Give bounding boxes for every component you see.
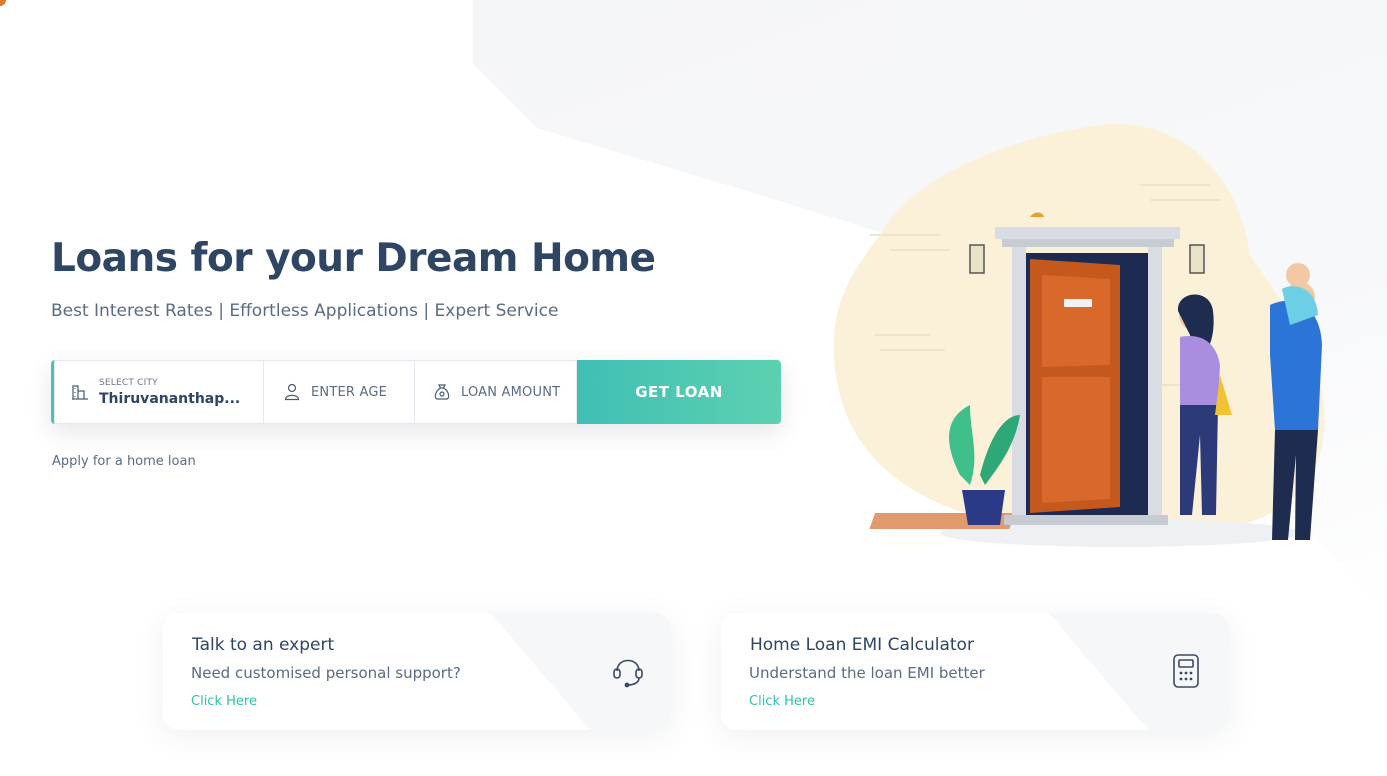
emi-calculator-card[interactable]: Home Loan EMI Calculator Understand the … [721,613,1229,730]
home-door-illustration [833,123,1325,547]
loan-amount-placeholder: LOAN AMOUNT [461,384,561,400]
person-icon [283,383,301,401]
calculator-icon [1173,654,1199,688]
apply-home-loan-link[interactable]: Apply for a home loan [52,454,196,469]
headset-icon [613,659,643,688]
page-subtitle: Best Interest Rates | Effortless Applica… [51,301,559,321]
city-value: Thiruvananthap... [99,390,241,407]
page-title: Loans for your Dream Home [51,236,656,281]
card-title: Talk to an expert [192,635,335,655]
corner-mark [0,0,6,6]
card-description: Need customised personal support? [191,664,461,682]
age-placeholder: ENTER AGE [311,384,388,400]
get-loan-button[interactable]: GET LOAN [577,360,781,424]
talk-to-expert-link[interactable]: Click Here [191,694,257,709]
city-select[interactable]: SELECT CITY Thiruvananthap... [54,360,264,424]
card-description: Understand the loan EMI better [749,664,985,682]
loan-amount-input[interactable]: LOAN AMOUNT [415,360,577,424]
emi-calculator-link[interactable]: Click Here [749,694,815,709]
building-icon [71,383,89,401]
city-label: SELECT CITY [99,377,158,388]
loan-search-bar: SELECT CITY Thiruvananthap... ENTER AGE … [51,360,781,424]
age-input[interactable]: ENTER AGE [264,360,415,424]
talk-to-expert-card[interactable]: Talk to an expert Need customised person… [163,613,671,730]
money-bag-icon [433,383,451,401]
card-title: Home Loan EMI Calculator [750,635,974,655]
